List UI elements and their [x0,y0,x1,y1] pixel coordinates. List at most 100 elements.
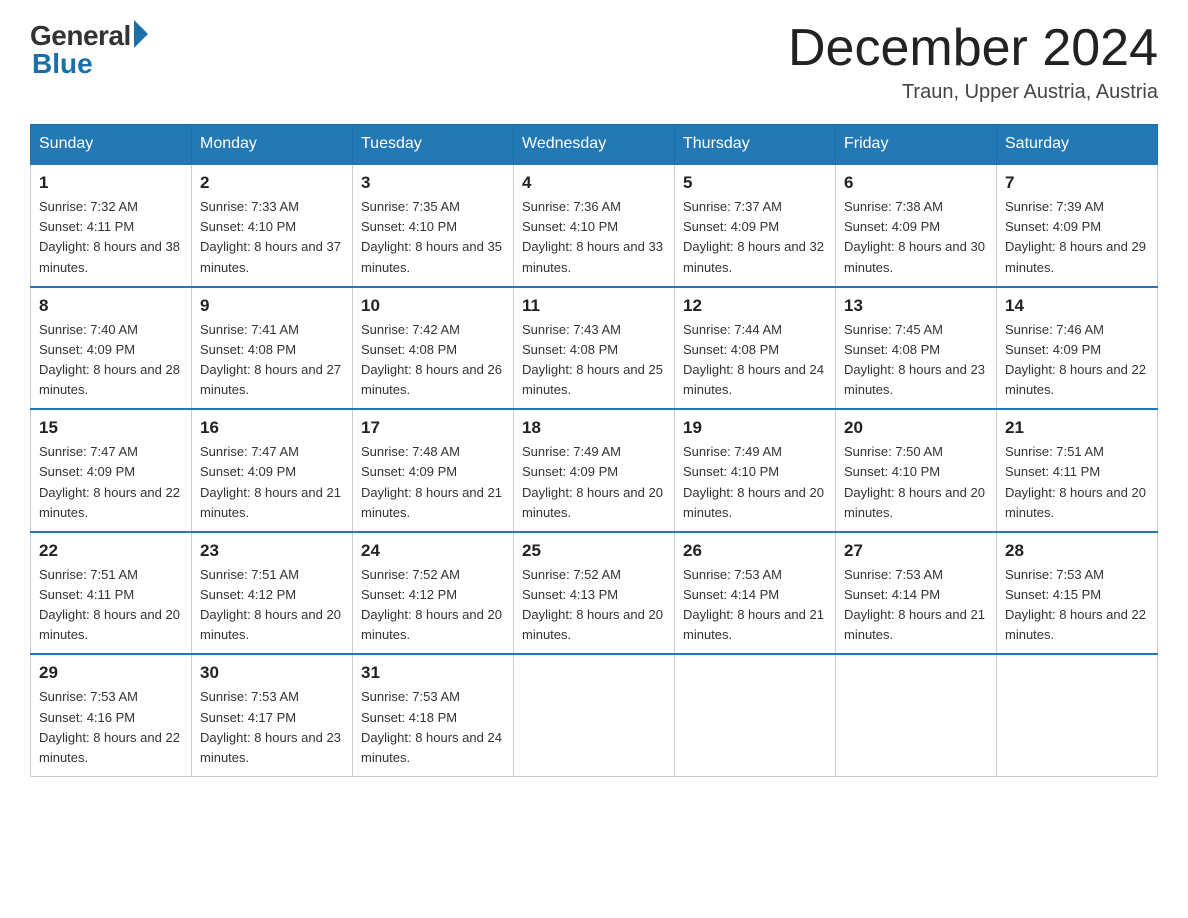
day-number: 24 [361,541,505,561]
week-row-1: 1 Sunrise: 7:32 AMSunset: 4:11 PMDaylight… [31,164,1158,287]
day-number: 12 [683,296,827,316]
day-number: 10 [361,296,505,316]
day-number: 16 [200,418,344,438]
day-number: 3 [361,173,505,193]
day-info: Sunrise: 7:39 AMSunset: 4:09 PMDaylight:… [1005,197,1149,278]
day-info: Sunrise: 7:38 AMSunset: 4:09 PMDaylight:… [844,197,988,278]
calendar-cell: 4 Sunrise: 7:36 AMSunset: 4:10 PMDaylight… [514,164,675,287]
header-wednesday: Wednesday [514,125,675,165]
day-info: Sunrise: 7:49 AMSunset: 4:10 PMDaylight:… [683,442,827,523]
header-tuesday: Tuesday [353,125,514,165]
day-number: 6 [844,173,988,193]
day-number: 15 [39,418,183,438]
calendar-cell: 23 Sunrise: 7:51 AMSunset: 4:12 PMDayligh… [192,532,353,655]
day-number: 25 [522,541,666,561]
calendar-cell: 25 Sunrise: 7:52 AMSunset: 4:13 PMDayligh… [514,532,675,655]
day-number: 28 [1005,541,1149,561]
calendar-cell: 30Sunrise: 7:53 AMSunset: 4:17 PMDayligh… [192,654,353,776]
day-info: Sunrise: 7:32 AMSunset: 4:11 PMDaylight:… [39,197,183,278]
day-info: Sunrise: 7:53 AMSunset: 4:16 PMDaylight:… [39,687,183,768]
day-info: Sunrise: 7:41 AMSunset: 4:08 PMDaylight:… [200,320,344,401]
day-info: Sunrise: 7:53 AMSunset: 4:14 PMDaylight:… [683,565,827,646]
calendar-cell: 21Sunrise: 7:51 AMSunset: 4:11 PMDayligh… [997,409,1158,532]
day-number: 30 [200,663,344,683]
title-section: December 2024 Traun, Upper Austria, Aust… [788,20,1158,104]
calendar-cell: 17Sunrise: 7:48 AMSunset: 4:09 PMDayligh… [353,409,514,532]
calendar-cell: 8 Sunrise: 7:40 AMSunset: 4:09 PMDaylight… [31,287,192,410]
logo-blue-text: Blue [32,48,93,80]
day-info: Sunrise: 7:51 AMSunset: 4:12 PMDaylight:… [200,565,344,646]
day-number: 18 [522,418,666,438]
day-number: 5 [683,173,827,193]
calendar-cell: 11 Sunrise: 7:43 AMSunset: 4:08 PMDayligh… [514,287,675,410]
day-info: Sunrise: 7:53 AMSunset: 4:18 PMDaylight:… [361,687,505,768]
day-info: Sunrise: 7:33 AMSunset: 4:10 PMDaylight:… [200,197,344,278]
calendar-cell: 19 Sunrise: 7:49 AMSunset: 4:10 PMDayligh… [675,409,836,532]
calendar-cell: 13Sunrise: 7:45 AMSunset: 4:08 PMDayligh… [836,287,997,410]
day-info: Sunrise: 7:49 AMSunset: 4:09 PMDaylight:… [522,442,666,523]
day-info: Sunrise: 7:51 AMSunset: 4:11 PMDaylight:… [39,565,183,646]
day-info: Sunrise: 7:53 AMSunset: 4:14 PMDaylight:… [844,565,988,646]
logo: General Blue [30,20,148,80]
page-header: General Blue December 2024 Traun, Upper … [30,20,1158,104]
calendar-cell: 18 Sunrise: 7:49 AMSunset: 4:09 PMDayligh… [514,409,675,532]
day-number: 9 [200,296,344,316]
calendar-cell: 31 Sunrise: 7:53 AMSunset: 4:18 PMDayligh… [353,654,514,776]
header-saturday: Saturday [997,125,1158,165]
day-info: Sunrise: 7:46 AMSunset: 4:09 PMDaylight:… [1005,320,1149,401]
day-number: 1 [39,173,183,193]
header-monday: Monday [192,125,353,165]
calendar-cell: 12 Sunrise: 7:44 AMSunset: 4:08 PMDayligh… [675,287,836,410]
header-friday: Friday [836,125,997,165]
day-info: Sunrise: 7:35 AMSunset: 4:10 PMDaylight:… [361,197,505,278]
day-info: Sunrise: 7:47 AMSunset: 4:09 PMDaylight:… [39,442,183,523]
calendar-cell: 14 Sunrise: 7:46 AMSunset: 4:09 PMDayligh… [997,287,1158,410]
calendar-cell: 10 Sunrise: 7:42 AMSunset: 4:08 PMDayligh… [353,287,514,410]
calendar-cell: 16Sunrise: 7:47 AMSunset: 4:09 PMDayligh… [192,409,353,532]
day-number: 4 [522,173,666,193]
calendar-cell [514,654,675,776]
day-info: Sunrise: 7:50 AMSunset: 4:10 PMDaylight:… [844,442,988,523]
calendar-cell: 20 Sunrise: 7:50 AMSunset: 4:10 PMDayligh… [836,409,997,532]
calendar-table: SundayMondayTuesdayWednesdayThursdayFrid… [30,124,1158,777]
calendar-cell: 28Sunrise: 7:53 AMSunset: 4:15 PMDayligh… [997,532,1158,655]
logo-triangle-icon [134,20,148,48]
calendar-cell: 6 Sunrise: 7:38 AMSunset: 4:09 PMDaylight… [836,164,997,287]
day-number: 20 [844,418,988,438]
day-info: Sunrise: 7:36 AMSunset: 4:10 PMDaylight:… [522,197,666,278]
calendar-cell: 15 Sunrise: 7:47 AMSunset: 4:09 PMDayligh… [31,409,192,532]
day-info: Sunrise: 7:42 AMSunset: 4:08 PMDaylight:… [361,320,505,401]
day-number: 7 [1005,173,1149,193]
day-number: 8 [39,296,183,316]
week-row-4: 22 Sunrise: 7:51 AMSunset: 4:11 PMDayligh… [31,532,1158,655]
day-number: 14 [1005,296,1149,316]
header-sunday: Sunday [31,125,192,165]
day-number: 31 [361,663,505,683]
calendar-cell: 7 Sunrise: 7:39 AMSunset: 4:09 PMDaylight… [997,164,1158,287]
day-number: 23 [200,541,344,561]
header-row: SundayMondayTuesdayWednesdayThursdayFrid… [31,125,1158,165]
calendar-cell [836,654,997,776]
week-row-2: 8 Sunrise: 7:40 AMSunset: 4:09 PMDaylight… [31,287,1158,410]
day-info: Sunrise: 7:52 AMSunset: 4:12 PMDaylight:… [361,565,505,646]
calendar-cell: 24 Sunrise: 7:52 AMSunset: 4:12 PMDayligh… [353,532,514,655]
day-info: Sunrise: 7:45 AMSunset: 4:08 PMDaylight:… [844,320,988,401]
calendar-cell: 26Sunrise: 7:53 AMSunset: 4:14 PMDayligh… [675,532,836,655]
day-info: Sunrise: 7:40 AMSunset: 4:09 PMDaylight:… [39,320,183,401]
day-number: 21 [1005,418,1149,438]
day-number: 11 [522,296,666,316]
day-number: 2 [200,173,344,193]
day-info: Sunrise: 7:44 AMSunset: 4:08 PMDaylight:… [683,320,827,401]
day-number: 22 [39,541,183,561]
day-number: 27 [844,541,988,561]
calendar-cell: 3 Sunrise: 7:35 AMSunset: 4:10 PMDaylight… [353,164,514,287]
day-info: Sunrise: 7:52 AMSunset: 4:13 PMDaylight:… [522,565,666,646]
calendar-cell: 1 Sunrise: 7:32 AMSunset: 4:11 PMDaylight… [31,164,192,287]
day-number: 29 [39,663,183,683]
day-info: Sunrise: 7:43 AMSunset: 4:08 PMDaylight:… [522,320,666,401]
calendar-cell [997,654,1158,776]
calendar-cell [675,654,836,776]
month-title: December 2024 [788,20,1158,77]
day-number: 19 [683,418,827,438]
calendar-cell: 5Sunrise: 7:37 AMSunset: 4:09 PMDaylight… [675,164,836,287]
